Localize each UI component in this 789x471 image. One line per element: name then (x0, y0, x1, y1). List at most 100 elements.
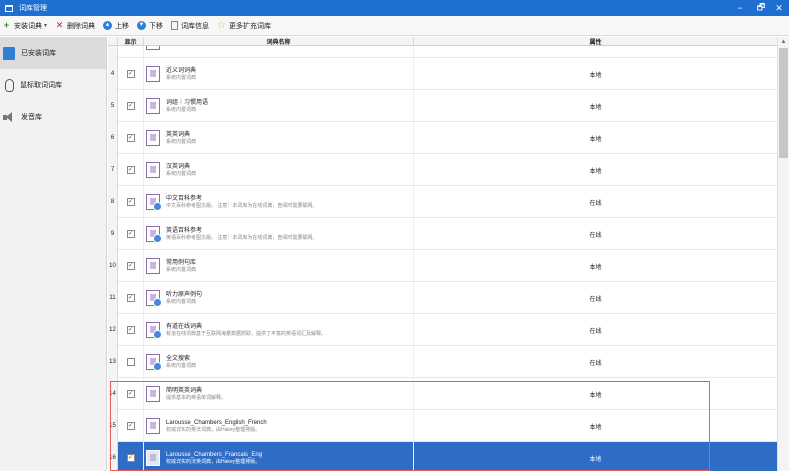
table-row[interactable]: 4 ✓ 近义词词典 系统内置词典 本地 (108, 58, 777, 90)
header-name[interactable]: 词典名称 (144, 37, 414, 46)
row-number: 12 (108, 314, 118, 346)
dictionary-info-button[interactable]: 词库信息 (171, 19, 209, 33)
table-row[interactable]: 14 ✓ 简明英英词典 提供基本的英语单词解释。 本地 (108, 378, 777, 410)
attribute-cell: 本地 (589, 424, 602, 431)
minimize-button[interactable]: − (730, 0, 750, 16)
install-dictionary-label: 安装词典 (14, 22, 42, 30)
table-body: ✓系统内置词典4✓近义词词典系统内置词典本地5✓词组｜习惯用语系统内置词典本地6… (108, 37, 777, 471)
scroll-up-arrow-icon[interactable]: ▲ (778, 37, 789, 47)
move-up-label: 上移 (115, 22, 130, 30)
vertical-scrollbar[interactable]: ▲ (777, 37, 789, 471)
show-cell: ✓ (118, 90, 144, 122)
sidebar-item-installed[interactable]: 已安装词库 (0, 37, 106, 69)
table-row[interactable]: 15 ✓ Larousse_Chambers_English_French 权威详实的… (108, 410, 777, 442)
delete-dictionary-label: 删除词典 (67, 22, 96, 30)
attribute-cell: 本地 (589, 72, 602, 79)
show-checkbox[interactable]: ✓ (126, 198, 135, 206)
attribute-cell: 本地 (589, 104, 602, 111)
show-checkbox[interactable]: ✓ (126, 326, 135, 334)
show-checkbox[interactable]: ✓ (126, 390, 135, 398)
dictionary-description: 有道在线词典基于互联网海量数据抓取，提供了丰富的英语词汇及解释。 (166, 330, 327, 337)
show-checkbox[interactable]: ✓ (126, 422, 135, 430)
table-row[interactable]: 5 ✓ 词组｜习惯用语 系统内置词典 本地 (108, 90, 777, 122)
row-number: 10 (108, 250, 118, 282)
name-block: 近义词词典 系统内置词典 (166, 67, 196, 82)
dropdown-caret-icon[interactable]: ▾ (44, 22, 47, 29)
row-number: 5 (108, 90, 118, 122)
table-row[interactable]: 6 ✓ 英英词典 系统内置词典 本地 (108, 122, 777, 154)
dictionary-description: 系统内置词典 (166, 106, 197, 113)
table-row[interactable]: 8 ✓ 中文百科参考 中文百科参考图文版。 注意：本词库为在线词典，查阅时需要联网。 在… (108, 186, 777, 218)
attribute-cell: 在线 (589, 232, 602, 239)
show-checkbox[interactable]: ✓ (126, 166, 135, 174)
row-number: 13 (108, 346, 118, 378)
dictionary-name: 全文搜索 (166, 355, 191, 362)
row-number: 7 (108, 154, 118, 186)
attribute-cell: 在线 (589, 360, 602, 367)
name-block: 简明英英词典 提供基本的英语单词解释。 (166, 387, 226, 402)
table-row[interactable]: 10 ✓ 常用例句库 系统内置词典 本地 (108, 250, 777, 282)
show-cell: ✓ (118, 378, 144, 410)
more-dictionaries-label: 更多扩充词库 (229, 22, 272, 30)
header-show[interactable]: 显示 (118, 37, 144, 46)
attribute-cell: 本地 (589, 136, 602, 143)
plus-icon: + (3, 20, 10, 30)
move-down-button[interactable]: ▼ 下移 (137, 19, 163, 33)
show-checkbox[interactable]: ✓ (126, 294, 135, 302)
dictionary-name: 英语百科参考 (166, 227, 203, 234)
sidebar-item-pronunciation[interactable]: 发音库 (0, 101, 106, 133)
dictionary-name: 中文百科参考 (166, 195, 203, 202)
name-block: 英英词典 系统内置词典 (166, 131, 196, 146)
show-checkbox[interactable]: ✓ (126, 102, 135, 110)
show-checkbox[interactable]: ✓ (126, 230, 135, 238)
show-cell: ✓ (118, 154, 144, 186)
show-checkbox[interactable]: ✓ (126, 70, 135, 78)
show-cell: ✓ (118, 250, 144, 282)
title-bar: 词库管理 − 🗗 ✕ (0, 0, 789, 16)
show-checkbox[interactable]: ✓ (126, 454, 135, 462)
close-button[interactable]: ✕ (769, 0, 789, 16)
more-dictionaries-button[interactable]: ☆ 更多扩充词库 (217, 19, 271, 33)
show-checkbox[interactable]: ✓ (126, 262, 135, 270)
show-checkbox[interactable]: ✓ (126, 134, 135, 142)
move-up-button[interactable]: ▲ 上移 (103, 19, 129, 33)
show-cell: ✓ (118, 282, 144, 314)
dictionary-name: 近义词词典 (166, 67, 197, 74)
attribute-cell: 本地 (589, 168, 602, 175)
sidebar-item-mouse-lookup[interactable]: 鼠标取词词库 (0, 69, 106, 101)
scroll-thumb[interactable] (779, 48, 788, 158)
show-checkbox[interactable] (126, 358, 135, 366)
dictionary-name: Larousse_Chambers_English_French (166, 419, 267, 426)
dictionary-name: 有道在线词典 (166, 323, 203, 330)
dictionary-description: 系统内置词典 (166, 362, 197, 369)
sidebar: 已安装词库 鼠标取词词库 发音库 (0, 37, 107, 471)
name-block: 汉英词典 系统内置词典 (166, 163, 196, 178)
show-cell: ✓ (118, 186, 144, 218)
dictionary-icon (146, 66, 160, 82)
row-number: 9 (108, 218, 118, 250)
name-cell: 英语百科参考 英语百科参考图文版。 注意：本词库为在线词典，查阅时需要联网。 (144, 218, 414, 250)
table-row[interactable]: 9 ✓ 英语百科参考 英语百科参考图文版。 注意：本词库为在线词典，查阅时需要联网。 在… (108, 218, 777, 250)
show-cell: ✓ (118, 58, 144, 90)
header-attr[interactable]: 属性 (414, 37, 777, 46)
dictionary-description: 系统内置词典 (166, 138, 197, 145)
install-dictionary-button[interactable]: + 安装词典 ▾ (2, 19, 47, 33)
table-row[interactable]: 11 ✓ 听力原声例句 系统内置词典 在线 (108, 282, 777, 314)
table-row[interactable]: 7 ✓ 汉英词典 系统内置词典 本地 (108, 154, 777, 186)
table-row[interactable]: 16 ✓ Larousse_Chambers_Francais_Eng 权威详实的法英… (108, 442, 777, 471)
name-block: 有道在线词典 有道在线词典基于互联网海量数据抓取，提供了丰富的英语词汇及解释。 (166, 323, 326, 338)
table-row[interactable]: 13 全文搜索 系统内置词典 在线 (108, 346, 777, 378)
name-block: 中文百科参考 中文百科参考图文版。 注意：本词库为在线词典，查阅时需要联网。 (166, 195, 317, 210)
name-block: Larousse_Chambers_English_French 权威详实的英法词… (166, 419, 267, 434)
name-block: 英语百科参考 英语百科参考图文版。 注意：本词库为在线词典，查阅时需要联网。 (166, 227, 317, 242)
dictionary-description: 系统内置词典 (166, 74, 197, 81)
dictionary-description: 系统内置词典 (166, 266, 197, 273)
maximize-button[interactable]: 🗗 (751, 0, 771, 16)
arrow-up-icon: ▲ (103, 21, 113, 30)
name-cell: 全文搜索 系统内置词典 (144, 346, 414, 378)
table-row[interactable]: 12 ✓ 有道在线词典 有道在线词典基于互联网海量数据抓取，提供了丰富的英语词汇及解释… (108, 314, 777, 346)
row-number: 4 (108, 58, 118, 90)
dictionary-icon (146, 162, 160, 178)
delete-dictionary-button[interactable]: ✕ 删除词典 (55, 19, 95, 33)
info-doc-icon (171, 21, 179, 30)
